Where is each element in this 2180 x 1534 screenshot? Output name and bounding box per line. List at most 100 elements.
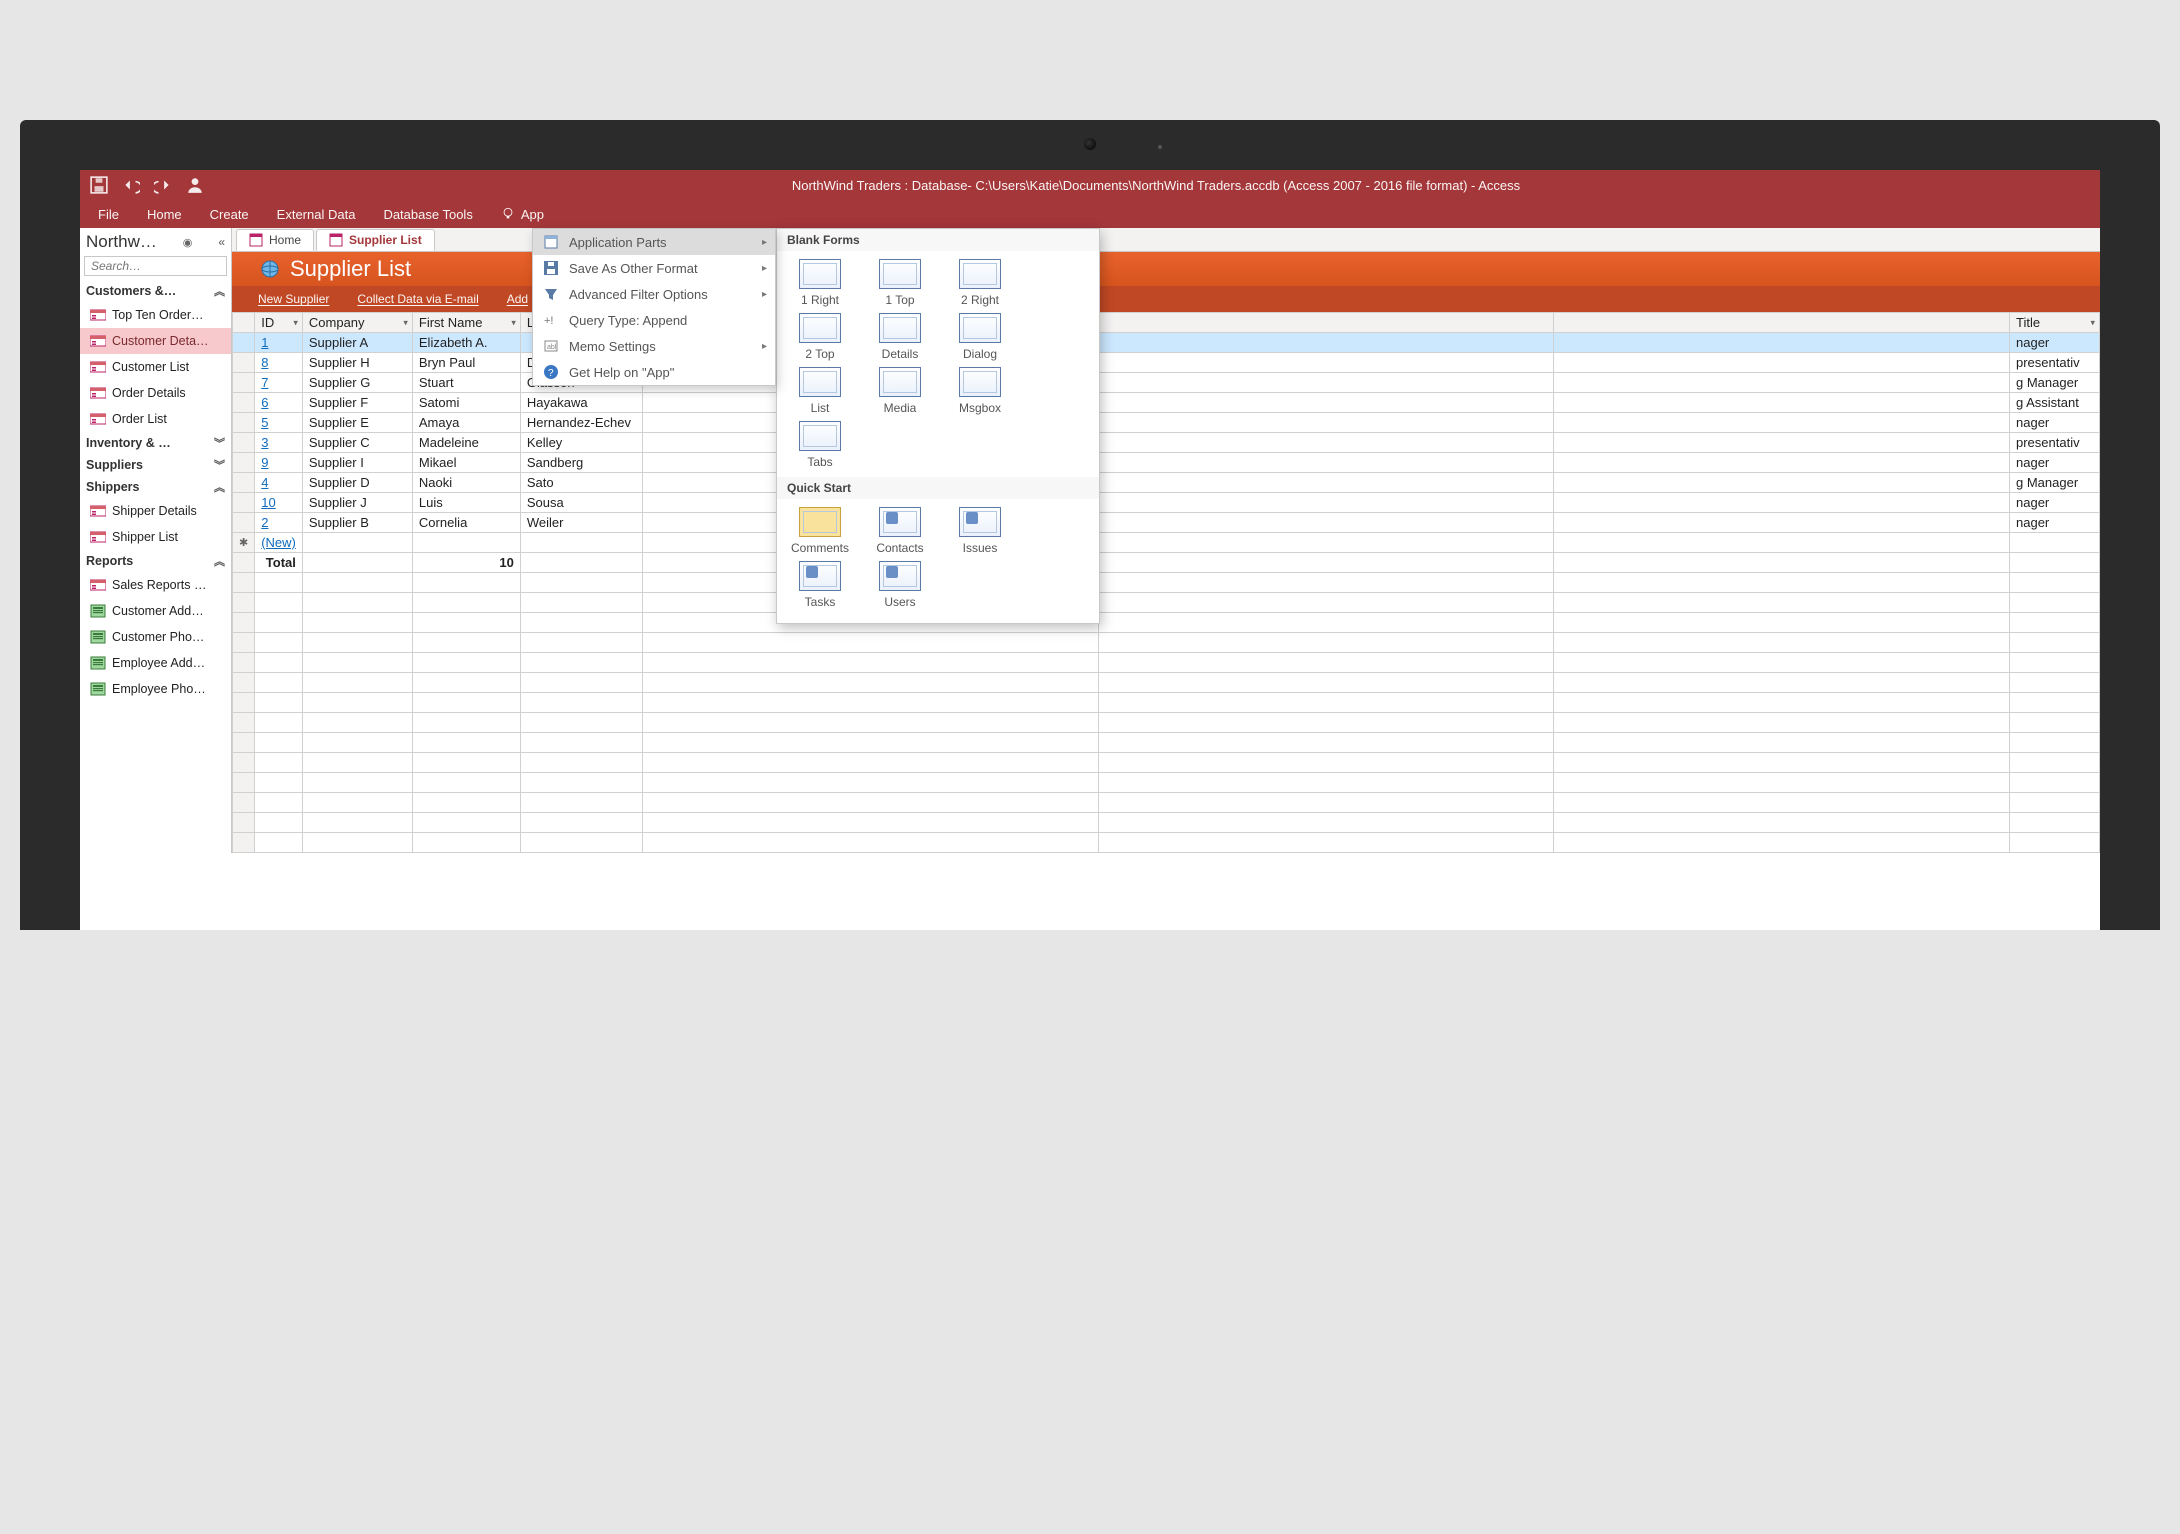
- cell-id[interactable]: 7: [255, 373, 303, 393]
- column-header[interactable]: ID▾: [255, 313, 303, 333]
- cell-title[interactable]: nager: [2010, 333, 2100, 353]
- new-row[interactable]: ✱(New): [233, 533, 2100, 553]
- nav-item[interactable]: Customer Add…: [80, 598, 231, 624]
- ribbon-tab-external[interactable]: External Data: [277, 207, 356, 222]
- cell-title[interactable]: g Manager: [2010, 373, 2100, 393]
- table-row[interactable]: 4Supplier DNaokiSatog Manager: [233, 473, 2100, 493]
- toolbar-collect-email[interactable]: Collect Data via E-mail: [357, 292, 478, 306]
- cell-last[interactable]: Weiler: [520, 513, 642, 533]
- cell-company[interactable]: Supplier F: [302, 393, 412, 413]
- gallery-item-2-top[interactable]: 2 Top: [781, 311, 859, 363]
- gallery-item-issues[interactable]: Issues: [941, 505, 1019, 557]
- cell-last[interactable]: Sousa: [520, 493, 642, 513]
- menu-item[interactable]: Advanced Filter Options▸: [533, 281, 775, 307]
- navpane-search-input[interactable]: [89, 258, 250, 274]
- cell-company[interactable]: Supplier B: [302, 513, 412, 533]
- gallery-item-2-right[interactable]: 2 Right: [941, 257, 1019, 309]
- cell-title[interactable]: g Assistant: [2010, 393, 2100, 413]
- cell-id[interactable]: 3: [255, 433, 303, 453]
- row-handle[interactable]: [233, 513, 255, 533]
- table-row[interactable]: 3Supplier CMadeleineKelley presentativ: [233, 433, 2100, 453]
- nav-item[interactable]: Employee Pho…: [80, 676, 231, 702]
- cell-company[interactable]: Supplier J: [302, 493, 412, 513]
- gallery-item-dialog[interactable]: Dialog: [941, 311, 1019, 363]
- nav-item[interactable]: Employee Add…: [80, 650, 231, 676]
- navgroup-header[interactable]: Suppliers︾: [80, 454, 231, 476]
- navgroup-header[interactable]: Customers &…︽: [80, 280, 231, 302]
- gallery-item-tasks[interactable]: Tasks: [781, 559, 859, 611]
- cell-title[interactable]: presentativ: [2010, 353, 2100, 373]
- column-header[interactable]: Title▾: [2010, 313, 2100, 333]
- cell-company[interactable]: Supplier G: [302, 373, 412, 393]
- cell-first[interactable]: Bryn Paul: [412, 353, 520, 373]
- menu-item[interactable]: +!Query Type: Append: [533, 307, 775, 333]
- user-icon[interactable]: [186, 176, 204, 194]
- gallery-item-media[interactable]: Media: [861, 365, 939, 417]
- cell-last[interactable]: Kelley: [520, 433, 642, 453]
- ribbon-tab-create[interactable]: Create: [210, 207, 249, 222]
- cell-company[interactable]: Supplier C: [302, 433, 412, 453]
- cell-first[interactable]: Luis: [412, 493, 520, 513]
- gallery-item-details[interactable]: Details: [861, 311, 939, 363]
- cell-company[interactable]: Supplier E: [302, 413, 412, 433]
- cell-id[interactable]: 2: [255, 513, 303, 533]
- doctab-supplier-list[interactable]: Supplier List: [316, 229, 435, 251]
- navgroup-header[interactable]: Inventory & …︾: [80, 432, 231, 454]
- cell-title[interactable]: g Manager: [2010, 473, 2100, 493]
- cell-company[interactable]: Supplier D: [302, 473, 412, 493]
- cell-last[interactable]: Hayakawa: [520, 393, 642, 413]
- redo-icon[interactable]: [154, 176, 172, 194]
- cell-first[interactable]: Stuart: [412, 373, 520, 393]
- gallery-item-list[interactable]: List: [781, 365, 859, 417]
- column-header[interactable]: Company▾: [302, 313, 412, 333]
- new-row-label[interactable]: (New): [255, 533, 303, 553]
- cell-title[interactable]: nager: [2010, 413, 2100, 433]
- gallery-item-users[interactable]: Users: [861, 559, 939, 611]
- column-header[interactable]: [1098, 313, 1554, 333]
- table-row[interactable]: 1Supplier AElizabeth A.nager: [233, 333, 2100, 353]
- ribbon-tab-dbtools[interactable]: Database Tools: [383, 207, 472, 222]
- cell-first[interactable]: Cornelia: [412, 513, 520, 533]
- cell-title[interactable]: nager: [2010, 453, 2100, 473]
- row-handle[interactable]: [233, 433, 255, 453]
- column-header[interactable]: First Name▾: [412, 313, 520, 333]
- cell-company[interactable]: Supplier H: [302, 353, 412, 373]
- cell-first[interactable]: Elizabeth A.: [412, 333, 520, 353]
- row-handle[interactable]: [233, 453, 255, 473]
- datasheet[interactable]: ID▾Company▾First Name▾Last Name▾Title▾ 1…: [232, 312, 2100, 853]
- row-handle[interactable]: [233, 493, 255, 513]
- nav-item[interactable]: Shipper List: [80, 524, 231, 550]
- table-row[interactable]: 2Supplier BCorneliaWeiler nager: [233, 513, 2100, 533]
- menu-item[interactable]: Save As Other Format▸: [533, 255, 775, 281]
- navpane-collapse-icon[interactable]: «: [218, 235, 225, 249]
- doctab-home[interactable]: Home: [236, 229, 314, 251]
- cell-last[interactable]: Hernandez-Echev: [520, 413, 642, 433]
- ribbon-tab-home[interactable]: Home: [147, 207, 182, 222]
- table-row[interactable]: 9Supplier IMikaelSandbergnager: [233, 453, 2100, 473]
- table-row[interactable]: 10Supplier JLuisSousanager: [233, 493, 2100, 513]
- column-header[interactable]: [1554, 313, 2010, 333]
- cell-company[interactable]: Supplier I: [302, 453, 412, 473]
- navpane-search[interactable]: 🔍: [84, 256, 227, 276]
- menu-item[interactable]: Application Parts▸: [533, 229, 775, 255]
- cell-first[interactable]: Naoki: [412, 473, 520, 493]
- table-row[interactable]: 5Supplier EAmayaHernandez-Echevnager: [233, 413, 2100, 433]
- cell-first[interactable]: Satomi: [412, 393, 520, 413]
- row-handle[interactable]: [233, 353, 255, 373]
- cell-first[interactable]: Madeleine: [412, 433, 520, 453]
- gallery-item-msgbox[interactable]: Msgbox: [941, 365, 1019, 417]
- row-handle[interactable]: [233, 413, 255, 433]
- gallery-item-1-top[interactable]: 1 Top: [861, 257, 939, 309]
- navgroup-header[interactable]: Shippers︽: [80, 476, 231, 498]
- ribbon-tab-file[interactable]: File: [98, 207, 119, 222]
- navgroup-header[interactable]: Reports︽: [80, 550, 231, 572]
- cell-title[interactable]: presentativ: [2010, 433, 2100, 453]
- cell-title[interactable]: nager: [2010, 513, 2100, 533]
- table-row[interactable]: 6Supplier FSatomiHayakawa g Assistant: [233, 393, 2100, 413]
- cell-id[interactable]: 6: [255, 393, 303, 413]
- nav-item[interactable]: Order List: [80, 406, 231, 432]
- gallery-item-tabs[interactable]: Tabs: [781, 419, 859, 471]
- cell-title[interactable]: nager: [2010, 493, 2100, 513]
- toolbar-new-supplier[interactable]: New Supplier: [258, 292, 329, 306]
- nav-item[interactable]: Shipper Details: [80, 498, 231, 524]
